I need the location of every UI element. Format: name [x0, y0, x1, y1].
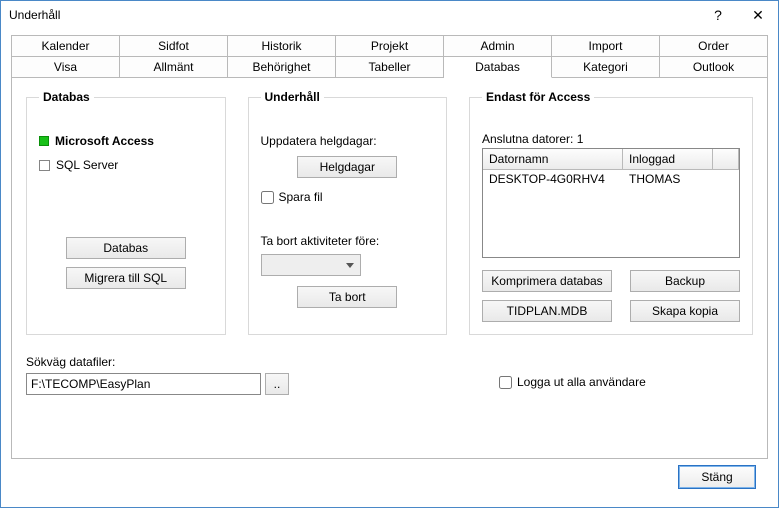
checkbox-icon: [39, 160, 50, 171]
savefile-checkbox-input[interactable]: [261, 191, 274, 204]
col-computer[interactable]: Datornamn: [483, 149, 623, 170]
option-sqlserver[interactable]: SQL Server: [39, 158, 213, 172]
connected-count-label: Anslutna datorer: 1: [482, 132, 740, 146]
databas-button[interactable]: Databas: [66, 237, 186, 259]
close-button[interactable]: Stäng: [678, 465, 756, 489]
group-databas: Databas Microsoft Access SQL Server Data…: [26, 90, 226, 335]
tab-visa[interactable]: Visa: [11, 57, 120, 78]
tab-order[interactable]: Order: [660, 35, 768, 57]
cell-user: THOMAS: [629, 172, 719, 186]
remove-before-combo[interactable]: [261, 254, 361, 276]
tab-row-1: Kalender Sidfot Historik Projekt Admin I…: [11, 35, 768, 57]
dialog-window: Underhåll ? ✕ Kalender Sidfot Historik P…: [0, 0, 779, 508]
columns: Databas Microsoft Access SQL Server Data…: [26, 90, 753, 335]
tab-admin[interactable]: Admin: [444, 35, 552, 57]
backup-button[interactable]: Backup: [630, 270, 740, 292]
savefile-checkbox[interactable]: Spara fil: [261, 190, 435, 204]
tab-panel-databas: Databas Microsoft Access SQL Server Data…: [11, 78, 768, 459]
tab-behorighet[interactable]: Behörighet: [228, 57, 336, 78]
tab-projekt[interactable]: Projekt: [336, 35, 444, 57]
holidays-button[interactable]: Helgdagar: [297, 156, 397, 178]
tab-sidfot[interactable]: Sidfot: [120, 35, 228, 57]
table-row[interactable]: DESKTOP-4G0RHV4 THOMAS: [483, 170, 739, 188]
logout-all-checkbox-input[interactable]: [499, 376, 512, 389]
logout-all-checkbox[interactable]: Logga ut alla användare: [499, 375, 646, 389]
option-access[interactable]: Microsoft Access: [39, 134, 213, 148]
col-spacer: [713, 149, 739, 170]
help-button[interactable]: ?: [698, 1, 738, 29]
connected-table[interactable]: Datornamn Inloggad DESKTOP-4G0RHV4 THOMA…: [482, 148, 740, 258]
tab-row-2: Visa Allmänt Behörighet Tabeller Databas…: [11, 57, 768, 78]
create-copy-button[interactable]: Skapa kopia: [630, 300, 740, 322]
window-title: Underhåll: [9, 8, 698, 22]
tab-allmant[interactable]: Allmänt: [120, 57, 228, 78]
footer-row: Sökväg datafiler: .. Logga ut alla använ…: [26, 355, 753, 395]
tab-databas[interactable]: Databas: [444, 57, 552, 78]
col-user[interactable]: Inloggad: [623, 149, 713, 170]
table-header: Datornamn Inloggad: [483, 149, 739, 170]
access-btn-row-1: Komprimera databas Backup: [482, 270, 740, 292]
path-label: Sökväg datafiler:: [26, 355, 289, 369]
tab-kategori[interactable]: Kategori: [552, 57, 660, 78]
tab-tabeller[interactable]: Tabeller: [336, 57, 444, 78]
titlebar: Underhåll ? ✕: [1, 1, 778, 29]
tidplan-button[interactable]: TIDPLAN.MDB: [482, 300, 612, 322]
group-underhall-legend: Underhåll: [261, 90, 324, 104]
remove-button[interactable]: Ta bort: [297, 286, 397, 308]
client-area: Kalender Sidfot Historik Projekt Admin I…: [1, 29, 778, 507]
tab-strip: Kalender Sidfot Historik Projekt Admin I…: [11, 35, 768, 78]
option-access-label: Microsoft Access: [55, 134, 154, 148]
migrate-sql-button[interactable]: Migrera till SQL: [66, 267, 186, 289]
tab-historik[interactable]: Historik: [228, 35, 336, 57]
compact-db-button[interactable]: Komprimera databas: [482, 270, 612, 292]
group-underhall: Underhåll Uppdatera helgdagar: Helgdagar…: [248, 90, 448, 335]
group-access-only: Endast för Access Anslutna datorer: 1 Da…: [469, 90, 753, 335]
logout-all-checkbox-label: Logga ut alla användare: [517, 375, 646, 389]
status-icon: [39, 136, 49, 146]
holidays-label: Uppdatera helgdagar:: [261, 134, 435, 148]
group-access-only-legend: Endast för Access: [482, 90, 594, 104]
tab-import[interactable]: Import: [552, 35, 660, 57]
path-input[interactable]: [26, 373, 261, 395]
tab-outlook[interactable]: Outlook: [660, 57, 768, 78]
dialog-button-bar: Stäng: [11, 459, 768, 499]
option-sqlserver-label: SQL Server: [56, 158, 118, 172]
access-btn-row-2: TIDPLAN.MDB Skapa kopia: [482, 300, 740, 322]
cell-computer: DESKTOP-4G0RHV4: [489, 172, 629, 186]
browse-button[interactable]: ..: [265, 373, 289, 395]
savefile-checkbox-label: Spara fil: [279, 190, 323, 204]
group-databas-legend: Databas: [39, 90, 94, 104]
remove-before-label: Ta bort aktiviteter före:: [261, 234, 435, 248]
tab-kalender[interactable]: Kalender: [11, 35, 120, 57]
close-window-button[interactable]: ✕: [738, 1, 778, 29]
